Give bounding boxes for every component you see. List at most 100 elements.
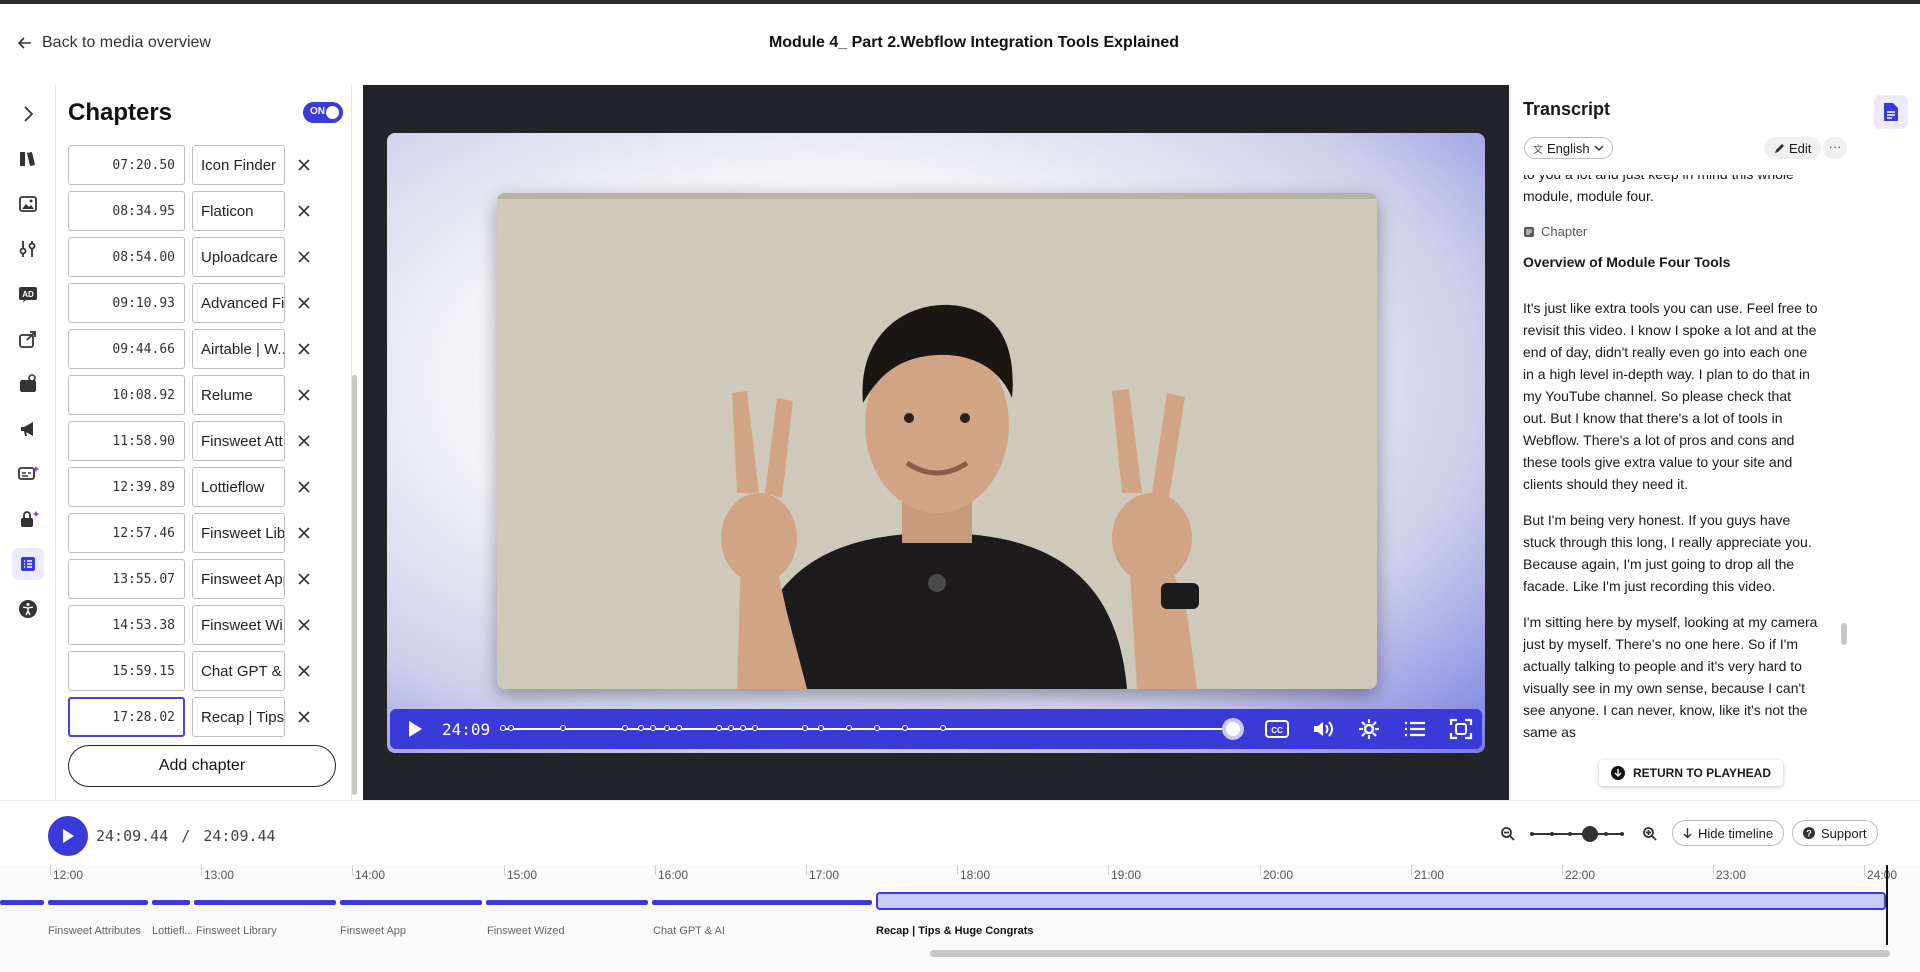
chapter-time-input[interactable]: 12:39.89: [68, 467, 185, 507]
chapter-time-input[interactable]: 10:08.92: [68, 375, 185, 415]
delete-chapter-button[interactable]: [294, 615, 314, 635]
more-options-button[interactable]: ···: [1823, 137, 1847, 159]
edit-transcript-button[interactable]: Edit: [1764, 137, 1822, 159]
chapter-time-input[interactable]: 17:28.02: [68, 697, 185, 737]
delete-chapter-button[interactable]: [294, 523, 314, 543]
ai-lock-icon[interactable]: [14, 505, 42, 533]
embed-icon[interactable]: [14, 370, 42, 398]
timeline-segment[interactable]: [0, 900, 44, 905]
timeline-segment[interactable]: [152, 900, 190, 905]
chapter-name-input[interactable]: Advanced Fi...: [192, 283, 285, 323]
close-icon: [298, 481, 310, 493]
chapter-time-input[interactable]: 11:58.90: [68, 421, 185, 461]
zoom-track[interactable]: [1532, 833, 1622, 835]
timeline-segment[interactable]: [486, 900, 648, 905]
chapter-marker: [500, 725, 506, 731]
scrollbar-thumb[interactable]: [1841, 623, 1847, 645]
svg-text:CC: CC: [1271, 726, 1283, 735]
chapter-time-input[interactable]: 07:20.50: [68, 145, 185, 185]
closed-captions-icon[interactable]: CC: [1264, 717, 1290, 741]
chapters-list-icon[interactable]: [12, 548, 44, 580]
zoom-control[interactable]: [1500, 826, 1660, 842]
close-icon: [298, 619, 310, 631]
chapter-name-input[interactable]: Finsweet Lib...: [192, 513, 285, 553]
chapter-time-input[interactable]: 13:55.07: [68, 559, 185, 599]
fullscreen-icon[interactable]: [1448, 717, 1474, 741]
chapter-name-input[interactable]: Uploadcare: [192, 237, 285, 277]
chapter-name-input[interactable]: Airtable | W...: [192, 329, 285, 369]
delete-chapter-button[interactable]: [294, 431, 314, 451]
share-icon[interactable]: [14, 325, 42, 353]
play-icon[interactable]: [406, 720, 424, 738]
chapter-time-input[interactable]: 09:10.93: [68, 283, 185, 323]
timeline-segment[interactable]: [340, 900, 482, 905]
chapter-name-input[interactable]: Flaticon: [192, 191, 285, 231]
chapter-name-input[interactable]: Lottieflow: [192, 467, 285, 507]
volume-icon[interactable]: [1310, 717, 1336, 741]
seek-bar[interactable]: [500, 725, 1240, 731]
media-library-icon[interactable]: [14, 145, 42, 173]
chapters-toggle[interactable]: ON: [303, 102, 343, 123]
tick-line: [504, 865, 505, 875]
transcript-document-icon[interactable]: [1874, 95, 1908, 129]
delete-chapter-button[interactable]: [294, 247, 314, 267]
timeline-segment[interactable]: [48, 900, 148, 905]
chapter-name-input[interactable]: Relume: [192, 375, 285, 415]
chapter-name-input[interactable]: Recap | Tips...: [192, 697, 285, 737]
expand-chevron-icon[interactable]: [14, 100, 42, 128]
timeline-segment[interactable]: [194, 900, 336, 905]
chapter-name-input[interactable]: Finsweet Wi...: [192, 605, 285, 645]
chapter-name-input[interactable]: Chat GPT & AI: [192, 651, 285, 691]
chapters-scrollbar[interactable]: [352, 375, 357, 795]
image-icon[interactable]: [14, 190, 42, 218]
chapter-name-input[interactable]: Finsweet Att...: [192, 421, 285, 461]
delete-chapter-button[interactable]: [294, 477, 314, 497]
timeline[interactable]: 12:00 13:00 14:00 15:00 16:00 17:00 18:0…: [0, 865, 1920, 972]
timeline-play-button[interactable]: [48, 816, 88, 856]
chapter-time-input[interactable]: 14:53.38: [68, 605, 185, 645]
hide-timeline-button[interactable]: Hide timeline: [1672, 820, 1785, 846]
seek-thumb[interactable]: [1222, 718, 1244, 740]
delete-chapter-button[interactable]: [294, 707, 314, 727]
tick-line: [1562, 865, 1563, 875]
return-to-playhead-button[interactable]: RETURN TO PLAYHEAD: [1599, 760, 1784, 786]
timeline-segment-selected[interactable]: [876, 892, 1886, 910]
transcript-body[interactable]: to you a lot and just keep in mind this …: [1523, 175, 1818, 795]
adjust-sliders-icon[interactable]: [14, 235, 42, 263]
transcript-scrollbar[interactable]: [1841, 175, 1847, 795]
delete-chapter-button[interactable]: [294, 293, 314, 313]
audio-description-icon[interactable]: AD: [14, 280, 42, 308]
close-icon: [298, 251, 310, 263]
chapters-menu-icon[interactable]: [1402, 717, 1428, 741]
delete-chapter-button[interactable]: [294, 661, 314, 681]
pencil-icon: [1775, 143, 1784, 153]
chapter-time-input[interactable]: 08:34.95: [68, 191, 185, 231]
delete-chapter-button[interactable]: [294, 155, 314, 175]
ai-captions-icon[interactable]: [14, 460, 42, 488]
delete-chapter-button[interactable]: [294, 569, 314, 589]
delete-chapter-button[interactable]: [294, 339, 314, 359]
delete-chapter-button[interactable]: [294, 201, 314, 221]
chapter-time-input[interactable]: 09:44.66: [68, 329, 185, 369]
chapter-name-input[interactable]: Icon Finder: [192, 145, 285, 185]
chapter-time-input[interactable]: 12:57.46: [68, 513, 185, 553]
language-select[interactable]: 文 English: [1524, 137, 1613, 159]
zoom-thumb[interactable]: [1582, 826, 1598, 842]
megaphone-icon[interactable]: [14, 415, 42, 443]
settings-gear-icon[interactable]: [1356, 717, 1382, 741]
add-chapter-button[interactable]: Add chapter: [68, 745, 336, 787]
delete-chapter-button[interactable]: [294, 385, 314, 405]
timeline-segment[interactable]: [652, 900, 872, 905]
segment-label: Finsweet Attributes: [48, 925, 141, 937]
accessibility-icon[interactable]: [14, 595, 42, 623]
chapter-name-input[interactable]: Finsweet App: [192, 559, 285, 599]
chapter-time-input[interactable]: 15:59.15: [68, 651, 185, 691]
playhead[interactable]: [1886, 865, 1888, 945]
video-player[interactable]: [497, 193, 1377, 689]
chapter-time-input[interactable]: 08:54.00: [68, 237, 185, 277]
timeline-scrollbar[interactable]: [930, 950, 1890, 957]
zoom-in-icon[interactable]: [1642, 826, 1658, 842]
support-button[interactable]: ? Support: [1792, 820, 1878, 846]
chapter-marker: [716, 725, 722, 731]
zoom-out-icon[interactable]: [1500, 826, 1516, 842]
